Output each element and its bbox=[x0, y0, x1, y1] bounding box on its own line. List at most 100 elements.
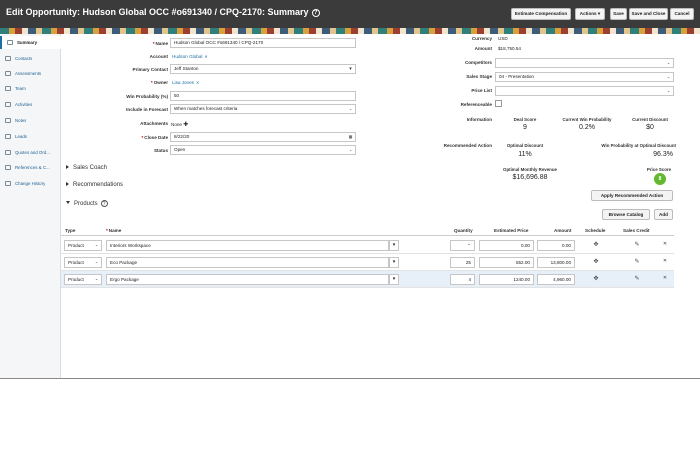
type-value: Product bbox=[68, 260, 84, 265]
estimate-compensation-button[interactable]: Estimate Compensation bbox=[511, 8, 571, 20]
currency-value: USD bbox=[498, 36, 508, 41]
product-name-field[interactable]: Eco Package bbox=[106, 257, 389, 268]
competitors-select[interactable]: ⌄ bbox=[495, 58, 674, 68]
products-toggle[interactable]: Products? bbox=[66, 200, 108, 207]
amount-value: $18,750.54 bbox=[498, 46, 521, 51]
estimated-price-field[interactable]: 552.00 bbox=[479, 257, 534, 268]
owner-label-text: Owner bbox=[153, 80, 168, 85]
owner-value: Lisa Jones ✕ bbox=[172, 80, 199, 85]
sales-stage-select[interactable]: 04 - Presentation ⌄ bbox=[495, 72, 674, 82]
apply-recommended-action-button[interactable]: Apply Recommended Action bbox=[591, 190, 673, 201]
delete-icon[interactable]: ✕ bbox=[660, 275, 670, 281]
calendar-icon[interactable]: ▦ bbox=[347, 134, 354, 140]
notes-icon bbox=[5, 118, 11, 123]
sidebar-item-label: Summary bbox=[17, 40, 38, 45]
include-forecast-value: When matches forecast criteria bbox=[174, 106, 238, 111]
page-header: Edit Opportunity: Hudson Global OCC #o69… bbox=[0, 0, 700, 28]
account-link[interactable]: Hudson Global bbox=[172, 54, 202, 59]
status-select[interactable]: Open ⌄ bbox=[170, 145, 356, 155]
delete-icon[interactable]: ✕ bbox=[660, 241, 670, 247]
edit-icon[interactable]: ✎ bbox=[632, 258, 642, 265]
include-forecast-select[interactable]: When matches forecast criteria ⌄ bbox=[170, 104, 356, 114]
collapse-triangle-icon bbox=[66, 201, 70, 204]
chevron-down-icon: ⌄ bbox=[94, 259, 99, 264]
product-name-field[interactable]: Ergo Package bbox=[106, 274, 389, 285]
quantity-field[interactable]: ⌃ bbox=[450, 240, 475, 251]
sidebar-item-contacts[interactable]: Contacts bbox=[0, 52, 61, 65]
recommendations-toggle[interactable]: Recommendations bbox=[66, 182, 123, 188]
products-title: Products bbox=[74, 201, 98, 207]
sidebar-item-label: Assessments bbox=[15, 71, 42, 76]
sidebar-item-activities[interactable]: Activities bbox=[0, 98, 61, 111]
product-name-field[interactable]: Interiors Workspace bbox=[106, 240, 389, 251]
decorative-banner bbox=[0, 28, 700, 34]
type-select[interactable]: Product ⌄ bbox=[64, 240, 102, 251]
spinner-icon: ⌃ bbox=[467, 243, 471, 248]
table-row: Product ⌄ Interiors Workspace ▾ ⌃ 0.00 0.… bbox=[61, 237, 674, 254]
current-win-probability-label: Current Win Probability bbox=[562, 117, 612, 122]
sidebar-item-leads[interactable]: Leads bbox=[0, 130, 61, 143]
sidebar-item-notes[interactable]: Notes bbox=[0, 114, 61, 127]
schedule-icon[interactable]: ✥ bbox=[591, 275, 601, 282]
referenceable-label: Referenceable bbox=[460, 102, 492, 107]
optimal-monthly-revenue-label: Optimal Monthly Revenue bbox=[503, 167, 557, 172]
history-icon bbox=[5, 181, 11, 186]
chevron-down-icon: ⌄ bbox=[666, 88, 671, 93]
chevron-down-icon: ⌄ bbox=[94, 276, 99, 281]
close-date-field[interactable]: 8/22/20 ▦ bbox=[170, 132, 356, 142]
quantity-field[interactable]: 4 bbox=[450, 274, 475, 285]
status-value: Open bbox=[174, 147, 186, 152]
page-title: Edit Opportunity: Hudson Global OCC #o69… bbox=[6, 7, 320, 17]
help-icon[interactable]: ? bbox=[100, 200, 108, 207]
remove-account-icon[interactable]: ✕ bbox=[204, 54, 207, 59]
add-attachment-icon[interactable]: ✚ bbox=[183, 122, 188, 128]
sidebar-item-assessments[interactable]: Assessments bbox=[0, 67, 61, 80]
summary-icon bbox=[7, 40, 13, 45]
add-product-button[interactable]: Add bbox=[654, 209, 673, 220]
delete-icon[interactable]: ✕ bbox=[660, 258, 670, 264]
win-probability-field[interactable]: 50 bbox=[170, 91, 356, 101]
attachments-value: None ✚ bbox=[171, 121, 188, 128]
sidebar-item-summary[interactable]: Summary bbox=[0, 36, 61, 49]
estimated-price-field[interactable]: 1240.00 bbox=[479, 274, 534, 285]
help-icon[interactable]: ? bbox=[311, 9, 320, 17]
save-and-close-button[interactable]: Save and Close bbox=[629, 8, 668, 20]
recommended-action-label: Recommended Action bbox=[443, 143, 492, 148]
recommendations-title: Recommendations bbox=[73, 182, 124, 188]
dropdown-arrow-icon[interactable]: ▾ bbox=[347, 66, 354, 72]
edit-icon[interactable]: ✎ bbox=[632, 275, 642, 282]
schedule-icon[interactable]: ✥ bbox=[591, 241, 601, 248]
name-field[interactable]: Hudson Global OCC #o691340 / CPQ-2170 bbox=[170, 38, 356, 48]
quotes-icon bbox=[5, 150, 11, 155]
cancel-button[interactable]: Cancel bbox=[670, 8, 694, 20]
column-name: *Name bbox=[106, 228, 121, 233]
sidebar-item-quotes[interactable]: Quotes and Ord... bbox=[0, 146, 61, 159]
save-button[interactable]: Save bbox=[610, 8, 627, 20]
schedule-icon[interactable]: ✥ bbox=[591, 258, 601, 265]
owner-link[interactable]: Lisa Jones bbox=[172, 80, 194, 85]
type-select[interactable]: Product ⌄ bbox=[64, 257, 102, 268]
quantity-field[interactable]: 25 bbox=[450, 257, 475, 268]
product-search-button[interactable]: ▾ bbox=[389, 257, 399, 268]
remove-owner-icon[interactable]: ✕ bbox=[196, 80, 199, 85]
browse-catalog-button[interactable]: Browse Catalog bbox=[602, 209, 650, 220]
sidebar-item-label: Change History bbox=[15, 181, 46, 186]
sidebar-item-references[interactable]: References & C... bbox=[0, 161, 61, 174]
type-select[interactable]: Product ⌄ bbox=[64, 274, 102, 285]
sidebar-item-team[interactable]: Team bbox=[0, 82, 61, 95]
product-search-button[interactable]: ▾ bbox=[389, 274, 399, 285]
primary-contact-field[interactable]: Jeff Stanton ▾ bbox=[170, 64, 356, 74]
sidebar-item-label: Contacts bbox=[15, 56, 33, 61]
sidebar-item-label: Leads bbox=[15, 134, 27, 139]
sales-coach-toggle[interactable]: Sales Coach bbox=[66, 165, 107, 171]
referenceable-checkbox[interactable] bbox=[495, 100, 502, 107]
page-title-text: Edit Opportunity: Hudson Global OCC #o69… bbox=[6, 7, 309, 17]
edit-icon[interactable]: ✎ bbox=[632, 241, 642, 248]
sidebar-item-change-history[interactable]: Change History bbox=[0, 177, 61, 190]
product-search-button[interactable]: ▾ bbox=[389, 240, 399, 251]
products-table-header bbox=[61, 226, 674, 236]
actions-button[interactable]: Actions ▾ bbox=[575, 8, 605, 20]
optimal-discount-label: Optimal Discount bbox=[506, 143, 544, 148]
estimated-price-field[interactable]: 0.00 bbox=[479, 240, 534, 251]
price-list-select[interactable]: ⌄ bbox=[495, 86, 674, 96]
